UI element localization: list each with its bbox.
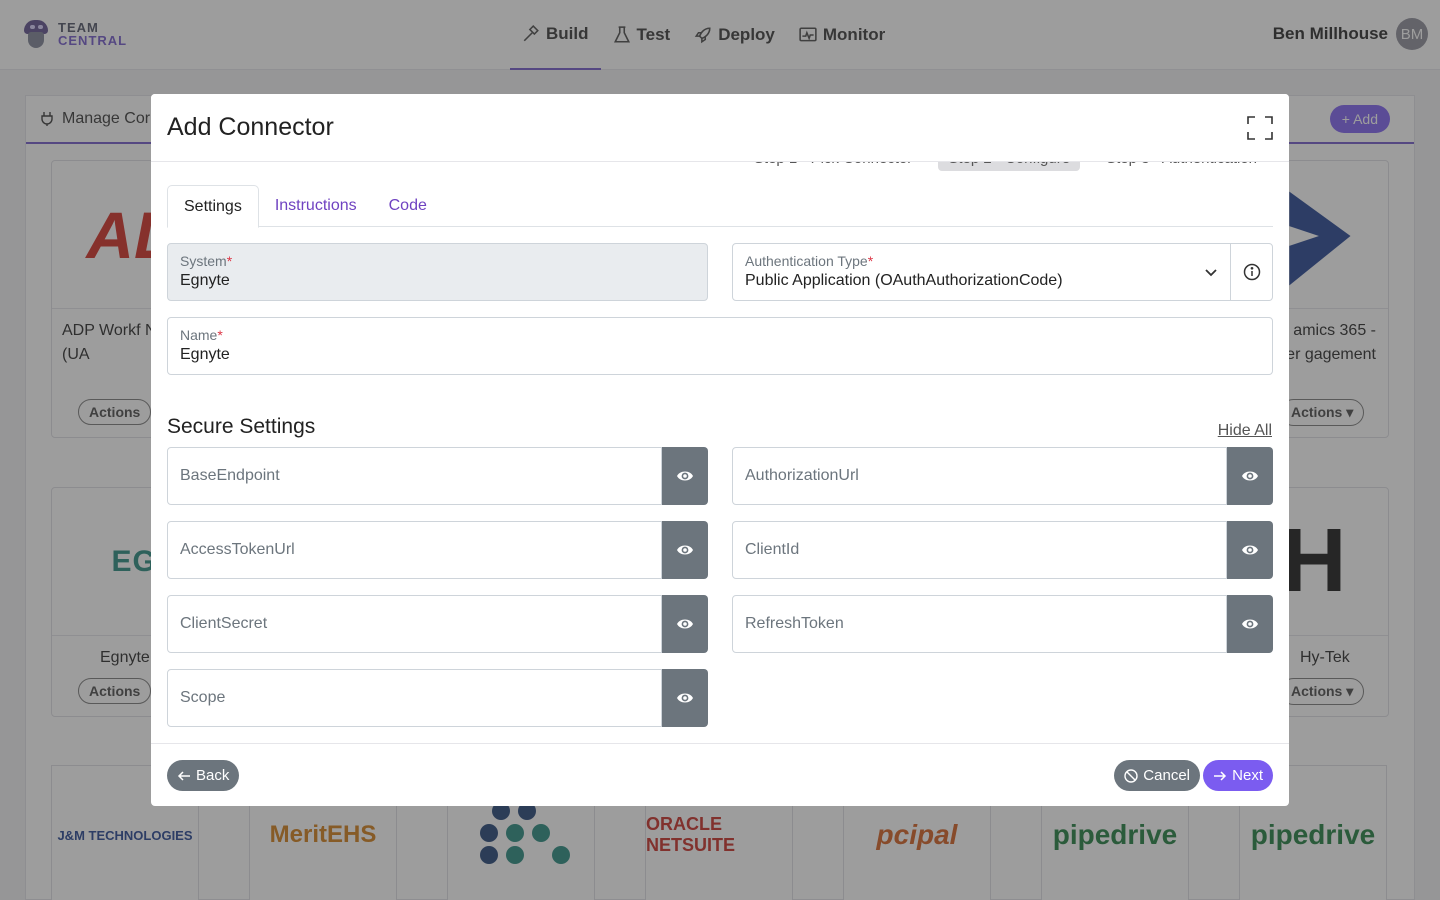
expand-icon[interactable] xyxy=(1247,116,1273,140)
secure-field-baseendpoint: BaseEndpoint xyxy=(167,447,708,505)
secure-field-accesstokenurl: AccessTokenUrl xyxy=(167,521,708,579)
toggle-visibility-button[interactable] xyxy=(1227,595,1273,653)
system-field: System* Egnyte xyxy=(167,243,708,301)
name-field[interactable]: Name* Egnyte xyxy=(167,317,1273,375)
secure-settings-heading: Secure Settings xyxy=(167,415,316,438)
name-value: Egnyte xyxy=(180,346,230,363)
accesstokenurl-placeholder: AccessTokenUrl xyxy=(180,541,295,558)
secure-field-refreshtoken: RefreshToken xyxy=(732,595,1273,653)
secure-field-clientsecret: ClientSecret xyxy=(167,595,708,653)
info-icon xyxy=(1243,263,1260,281)
eye-icon xyxy=(1242,619,1258,629)
arrow-right-icon xyxy=(1214,770,1227,781)
modal-tabs: Settings Instructions Code xyxy=(167,185,1273,228)
toggle-visibility-button[interactable] xyxy=(662,669,708,727)
eye-icon xyxy=(677,545,693,555)
modal-title: Add Connector xyxy=(167,113,334,141)
scope-placeholder: Scope xyxy=(180,689,226,706)
clientsecret-placeholder: ClientSecret xyxy=(180,615,268,632)
toggle-visibility-button[interactable] xyxy=(662,447,708,505)
authentication-type-label: Authentication Type xyxy=(745,253,868,269)
baseendpoint-placeholder: BaseEndpoint xyxy=(180,467,280,484)
add-connector-modal: Step 1 - Pick Connector Step 2 - Configu… xyxy=(151,94,1289,806)
auth-info-button[interactable] xyxy=(1230,244,1272,300)
eye-icon xyxy=(1242,471,1258,481)
chevron-down-icon xyxy=(1205,269,1217,277)
arrow-left-icon xyxy=(177,770,190,781)
clientid-input[interactable]: ClientId xyxy=(732,521,1227,579)
next-label: Next xyxy=(1232,767,1263,784)
clientid-placeholder: ClientId xyxy=(745,541,800,558)
ban-icon xyxy=(1124,768,1138,783)
tab-instructions[interactable]: Instructions xyxy=(259,185,373,227)
hide-all-link[interactable]: Hide All xyxy=(1218,422,1272,440)
authorizationurl-input[interactable]: AuthorizationUrl xyxy=(732,447,1227,505)
toggle-visibility-button[interactable] xyxy=(662,521,708,579)
tab-settings[interactable]: Settings xyxy=(167,185,259,228)
back-button[interactable]: Back xyxy=(167,760,240,791)
secure-field-scope: Scope xyxy=(167,669,708,727)
system-value: Egnyte xyxy=(180,272,230,289)
authentication-type-select[interactable]: Authentication Type* Public Application … xyxy=(732,243,1273,301)
eye-icon xyxy=(677,619,693,629)
toggle-visibility-button[interactable] xyxy=(1227,521,1273,579)
cancel-button[interactable]: Cancel xyxy=(1114,760,1200,791)
eye-icon xyxy=(677,471,693,481)
cancel-label: Cancel xyxy=(1143,767,1190,784)
eye-icon xyxy=(1242,545,1258,555)
toggle-visibility-button[interactable] xyxy=(1227,447,1273,505)
refreshtoken-placeholder: RefreshToken xyxy=(745,615,844,632)
authorizationurl-placeholder: AuthorizationUrl xyxy=(745,467,859,484)
secure-field-authorizationurl: AuthorizationUrl xyxy=(732,447,1273,505)
eye-icon xyxy=(677,693,693,703)
secure-field-clientid: ClientId xyxy=(732,521,1273,579)
baseendpoint-input[interactable]: BaseEndpoint xyxy=(167,447,662,505)
system-label: System xyxy=(180,253,227,269)
back-label: Back xyxy=(196,767,230,784)
refreshtoken-input[interactable]: RefreshToken xyxy=(732,595,1227,653)
modal-header: Add Connector xyxy=(151,94,1289,162)
name-label: Name xyxy=(180,327,218,343)
toggle-visibility-button[interactable] xyxy=(662,595,708,653)
scope-input[interactable]: Scope xyxy=(167,669,662,727)
accesstokenurl-input[interactable]: AccessTokenUrl xyxy=(167,521,662,579)
clientsecret-input[interactable]: ClientSecret xyxy=(167,595,662,653)
tab-code[interactable]: Code xyxy=(373,185,443,227)
authentication-type-value: Public Application (OAuthAuthorizationCo… xyxy=(745,272,1063,289)
next-button[interactable]: Next xyxy=(1203,760,1273,791)
modal-footer: Back Cancel Next xyxy=(151,743,1289,806)
